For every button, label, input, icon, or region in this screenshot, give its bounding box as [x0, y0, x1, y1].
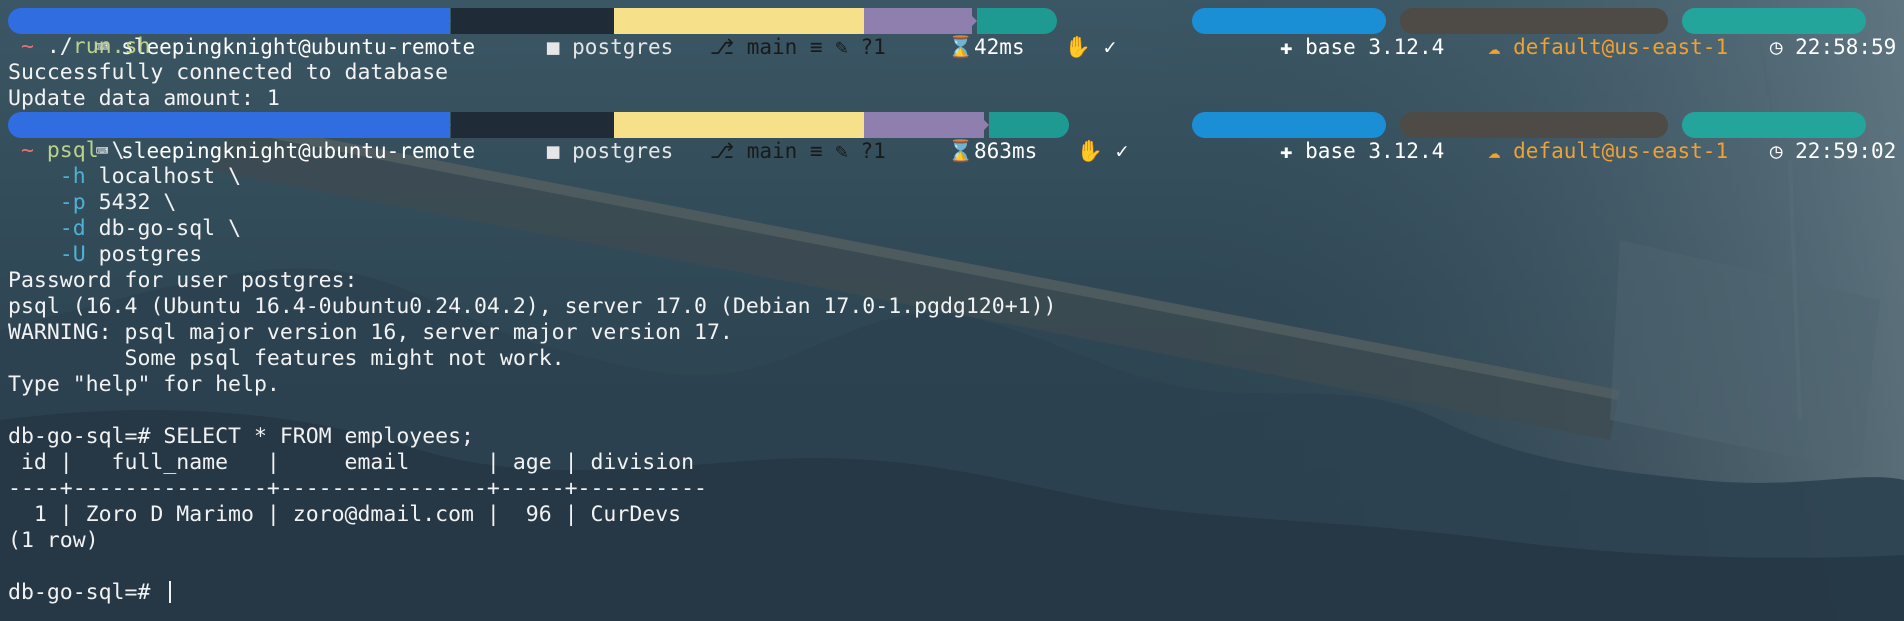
prompt-dir-segment: ■ postgres [451, 8, 673, 59]
command-line: ~ psql \ [20, 138, 125, 163]
prompt-user-segment: ⌨ sleepingknight@ubuntu-remote [8, 112, 475, 163]
segment-separator [851, 112, 864, 138]
prompt-git-segment: ⎇ main ≡ ✎ ?1 [614, 8, 886, 59]
command-arg-line: -d db-go-sql \ [59, 216, 242, 241]
table-row: 1 | Zoro D Marimo | zoro@dmail.com | 96 … [8, 502, 682, 527]
table-header: id | full_name | email | age | division [8, 450, 695, 475]
command-name: run.sh [72, 34, 151, 59]
text-cursor [169, 581, 172, 603]
output-line: psql (16.4 (Ubuntu 16.4-0ubuntu0.24.04.2… [8, 294, 1057, 319]
segment-separator [601, 112, 614, 138]
psql-prompt: db-go-sql=# [8, 580, 164, 605]
row-count: (1 row) [8, 528, 99, 553]
output-line: Some psql features might not work. [8, 346, 565, 371]
output-line: Successfully connected to database [8, 60, 449, 85]
prompt-dir-segment: ■ postgres [451, 112, 673, 163]
output-line: Update data amount: 1 [8, 86, 280, 111]
command-line: ~ ./run.sh [20, 34, 151, 59]
segment-separator [438, 8, 451, 34]
output-line: Type "help" for help. [8, 372, 280, 397]
clock-badge: ◷ 22:58:59 [1682, 8, 1896, 59]
aws-profile-badge: ☁ default@us-east-1 [1400, 112, 1728, 163]
prompt-git-segment: ⎇ main ≡ ✎ ?1 [614, 112, 886, 163]
command-name: psql [46, 138, 99, 163]
segment-separator [851, 8, 864, 34]
segment-separator [438, 112, 451, 138]
prompt-status-segment: ✋ ✓ [977, 8, 1116, 59]
segment-separator [964, 8, 977, 34]
table-separator: ----+---------------+----------------+--… [8, 476, 707, 501]
prompt-duration-segment: ⌛42ms [864, 8, 1025, 59]
python-env-badge: ✚ base 3.12.4 [1192, 112, 1444, 163]
terminal[interactable]: ⌨ sleepingknight@ubuntu-remote ■ postgre… [8, 8, 1904, 606]
python-env-badge: ✚ base 3.12.4 [1192, 8, 1444, 59]
prompt-bar: ⌨ sleepingknight@ubuntu-remote ■ postgre… [8, 8, 1904, 59]
segment-separator [976, 112, 989, 138]
segment-separator [601, 8, 614, 34]
psql-input-line[interactable]: db-go-sql=# [8, 580, 1904, 606]
command-arg-line: -h localhost \ [59, 164, 242, 189]
sql-query-line: db-go-sql=# SELECT * FROM employees; [8, 424, 474, 449]
aws-profile-badge: ☁ default@us-east-1 [1400, 8, 1728, 59]
clock-badge: ◷ 22:59:02 [1682, 112, 1896, 163]
command-arg-line: -U postgres [59, 242, 203, 267]
prompt-user-segment: ⌨ sleepingknight@ubuntu-remote [8, 8, 475, 59]
prompt-status-segment: ✋ ✓ [989, 112, 1128, 163]
prompt-bar: ⌨ sleepingknight@ubuntu-remote ■ postgre… [8, 112, 1904, 163]
output-line: WARNING: psql major version 16, server m… [8, 320, 733, 345]
prompt-duration-segment: ⌛863ms [864, 112, 1037, 163]
command-arg-line: -p 5432 \ [59, 190, 177, 215]
output-line: Password for user postgres: [8, 268, 358, 293]
